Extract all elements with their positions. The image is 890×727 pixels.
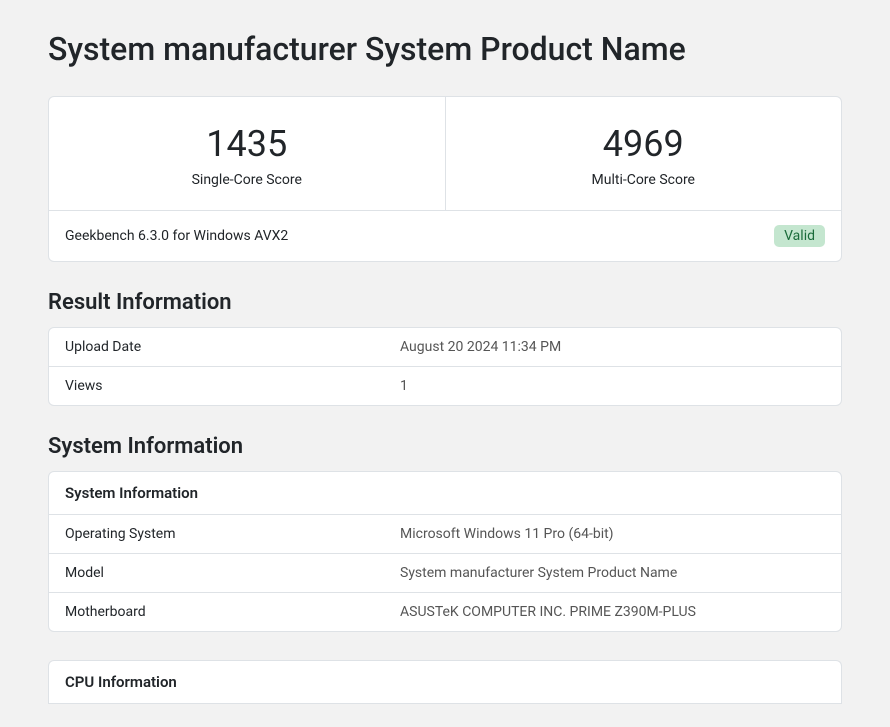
row-val: ASUSTeK COMPUTER INC. PRIME Z390M-PLUS (400, 604, 825, 620)
status-badge: Valid (774, 225, 825, 247)
table-row: Views 1 (49, 367, 841, 405)
scores-card: 1435 Single-Core Score 4969 Multi-Core S… (48, 96, 842, 262)
row-key: Operating System (65, 526, 400, 542)
table-row: Upload Date August 20 2024 11:34 PM (49, 328, 841, 367)
cpu-info-card-header: CPU Information (49, 661, 841, 704)
result-info-card: Upload Date August 20 2024 11:34 PM View… (48, 327, 842, 406)
system-info-heading: System Information (48, 434, 842, 459)
version-row: Geekbench 6.3.0 for Windows AVX2 Valid (49, 210, 841, 261)
result-info-heading: Result Information (48, 290, 842, 315)
row-val: August 20 2024 11:34 PM (400, 339, 825, 355)
row-key: Model (65, 565, 400, 581)
single-core-label: Single-Core Score (59, 172, 435, 188)
system-info-card-header: System Information (49, 472, 841, 515)
row-val: Microsoft Windows 11 Pro (64-bit) (400, 526, 825, 542)
page-title: System manufacturer System Product Name (48, 30, 842, 68)
version-text: Geekbench 6.3.0 for Windows AVX2 (65, 228, 288, 244)
row-key: Views (65, 378, 400, 394)
multi-core-score: 4969 (456, 123, 832, 166)
cpu-info-card: CPU Information (48, 660, 842, 704)
row-val: System manufacturer System Product Name (400, 565, 825, 581)
table-row: Motherboard ASUSTeK COMPUTER INC. PRIME … (49, 593, 841, 631)
scores-row: 1435 Single-Core Score 4969 Multi-Core S… (49, 97, 841, 210)
system-info-card: System Information Operating System Micr… (48, 471, 842, 632)
multi-core-label: Multi-Core Score (456, 172, 832, 188)
row-val: 1 (400, 378, 825, 394)
multi-core-cell: 4969 Multi-Core Score (446, 97, 842, 210)
row-key: Upload Date (65, 339, 400, 355)
single-core-score: 1435 (59, 123, 435, 166)
table-row: Model System manufacturer System Product… (49, 554, 841, 593)
table-row: Operating System Microsoft Windows 11 Pr… (49, 515, 841, 554)
row-key: Motherboard (65, 604, 400, 620)
single-core-cell: 1435 Single-Core Score (49, 97, 446, 210)
